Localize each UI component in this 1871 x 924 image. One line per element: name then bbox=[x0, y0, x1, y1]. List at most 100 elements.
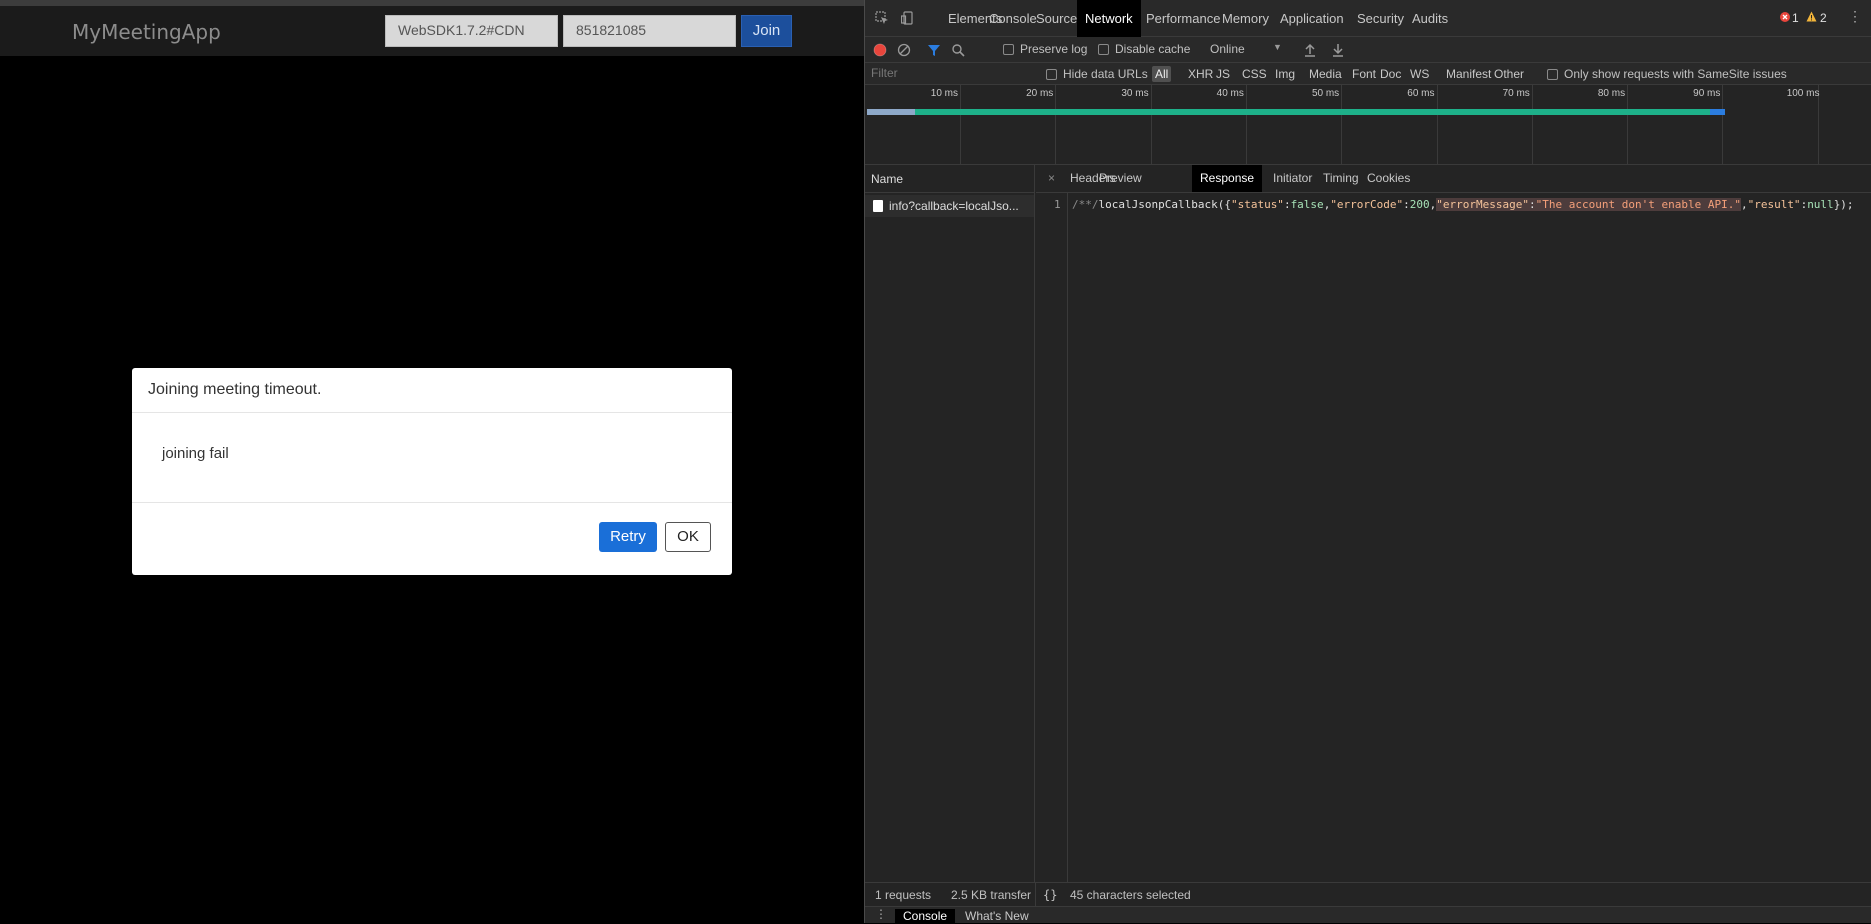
status-bar: 1 requests 2.5 KB transfer {} 45 charact… bbox=[865, 882, 1871, 907]
timeline-tick-label: 100 ms bbox=[1786, 88, 1820, 99]
code-callback: localJsonpCallback({ bbox=[1098, 198, 1231, 211]
preserve-log-label: Preserve log bbox=[1020, 42, 1088, 56]
line-gutter: 1 bbox=[1036, 193, 1068, 882]
filter-type-other[interactable]: Other bbox=[1491, 66, 1527, 82]
error-dialog: Joining meeting timeout. joining fail Re… bbox=[132, 368, 732, 575]
selection-status: 45 characters selected bbox=[1070, 888, 1191, 902]
code-key-errorcode: "errorCode" bbox=[1330, 198, 1404, 211]
timeline-gridline bbox=[1436, 85, 1438, 165]
detail-tab-response[interactable]: Response bbox=[1192, 165, 1263, 192]
filter-type-doc[interactable]: Doc bbox=[1377, 66, 1404, 82]
timeline-tick-label: 10 ms bbox=[930, 88, 958, 99]
timeline-gridline bbox=[1722, 85, 1724, 165]
filter-type-css[interactable]: CSS bbox=[1239, 66, 1270, 82]
timeline-tick-label: 70 ms bbox=[1502, 88, 1530, 99]
devtools-panel: Elements Console Sources Network Performance… bbox=[864, 0, 1871, 924]
code-value-errormessage: "The account don't enable API." bbox=[1535, 198, 1741, 211]
timeline-gridline bbox=[960, 85, 961, 165]
filter-type-font[interactable]: Font bbox=[1349, 66, 1379, 82]
timeline-gridline bbox=[1341, 85, 1343, 165]
retry-button[interactable]: Retry bbox=[599, 522, 657, 552]
device-toolbar-icon[interactable] bbox=[901, 11, 915, 25]
network-overview-timeline[interactable]: 10 ms 20 ms 30 ms 40 ms 50 ms 60 ms 70 ms 80 ms… bbox=[865, 85, 1871, 165]
error-count[interactable]: 1 bbox=[1792, 11, 1799, 25]
close-icon[interactable]: × bbox=[1040, 165, 1063, 192]
import-har-icon[interactable] bbox=[1303, 43, 1317, 57]
detail-tab-bar: × Headers Preview Response Initiator Timing C… bbox=[1036, 165, 1871, 193]
timeline-gridline bbox=[1055, 85, 1057, 165]
code-key-result: "result" bbox=[1747, 198, 1801, 211]
hide-data-urls-checkbox[interactable] bbox=[1046, 69, 1057, 80]
code-value-errorcode: 200 bbox=[1409, 198, 1430, 211]
tab-application[interactable]: Application bbox=[1272, 0, 1352, 37]
filter-type-manifest[interactable]: Manifest bbox=[1443, 66, 1494, 82]
drawer-tab-console[interactable]: Console bbox=[895, 909, 956, 924]
samesite-label: Only show requests with SameSite issues bbox=[1564, 67, 1787, 81]
filter-type-img[interactable]: Img bbox=[1272, 66, 1298, 82]
waterfall-bar bbox=[867, 109, 1725, 115]
waterfall-queue-segment bbox=[867, 109, 915, 115]
name-column-header[interactable]: Name bbox=[865, 165, 1034, 193]
detail-tab-cookies[interactable]: Cookies bbox=[1359, 165, 1418, 192]
disable-cache-label: Disable cache bbox=[1115, 42, 1191, 56]
brand-title[interactable]: MyMeetingApp bbox=[72, 20, 221, 44]
filter-type-xhr[interactable]: XHR bbox=[1185, 66, 1216, 82]
filter-input[interactable]: Filter bbox=[871, 66, 1031, 82]
clear-icon[interactable] bbox=[897, 43, 911, 57]
kebab-menu-icon[interactable]: ⋮ bbox=[1848, 8, 1862, 25]
filter-type-ws[interactable]: WS bbox=[1407, 66, 1432, 82]
error-icon[interactable] bbox=[1780, 12, 1790, 22]
drawer-tab-what-s-new[interactable]: What's New bbox=[957, 909, 1037, 924]
network-toolbar: Preserve log Disable cache Online ▼ bbox=[865, 37, 1871, 63]
code-key-errormessage: "errorMessage" bbox=[1436, 198, 1530, 211]
ok-button[interactable]: OK bbox=[665, 522, 711, 552]
filter-bar: Filter Hide data URLs All XHR JS CSS Img Medi… bbox=[865, 63, 1871, 85]
search-icon[interactable] bbox=[951, 43, 965, 57]
dialog-message: joining fail bbox=[132, 413, 732, 503]
join-button[interactable]: Join bbox=[741, 15, 792, 47]
tab-network[interactable]: Network bbox=[1077, 0, 1141, 37]
transferred-size: 2.5 KB transfer bbox=[951, 888, 1032, 902]
response-body[interactable]: /**/localJsonpCallback({"status":false,"… bbox=[1072, 198, 1854, 211]
warning-icon[interactable] bbox=[1806, 11, 1817, 22]
pretty-print-icon[interactable]: {} bbox=[1043, 888, 1057, 902]
tab-security[interactable]: Security bbox=[1349, 0, 1412, 37]
dialog-title: Joining meeting timeout. bbox=[132, 368, 732, 413]
record-icon[interactable] bbox=[873, 43, 887, 57]
timeline-tick-label: 30 ms bbox=[1121, 88, 1149, 99]
timeline-gridline bbox=[1245, 85, 1247, 165]
drawer-menu-icon[interactable]: ⋮ bbox=[875, 907, 887, 921]
meeting-id-input[interactable]: 851821085 bbox=[563, 15, 736, 47]
chevron-down-icon[interactable]: ▼ bbox=[1273, 42, 1282, 52]
filter-icon[interactable] bbox=[927, 43, 941, 57]
filter-type-js[interactable]: JS bbox=[1213, 66, 1233, 82]
request-name: info?callback=localJso... bbox=[889, 199, 1019, 213]
code-tail: }); bbox=[1833, 198, 1854, 211]
tab-audits[interactable]: Audits bbox=[1404, 0, 1456, 37]
drawer-tab-bar: ⋮ Console What's New bbox=[865, 906, 1871, 924]
throttling-select[interactable]: Online bbox=[1210, 42, 1245, 56]
samesite-checkbox[interactable] bbox=[1547, 69, 1558, 80]
inspect-element-icon[interactable] bbox=[875, 11, 889, 25]
dialog-footer: Retry OK bbox=[132, 503, 732, 575]
timeline-gridline bbox=[1150, 85, 1152, 165]
warning-count[interactable]: 2 bbox=[1820, 11, 1827, 25]
disable-cache-checkbox[interactable] bbox=[1098, 44, 1109, 55]
filter-type-all[interactable]: All bbox=[1152, 66, 1172, 82]
tab-memory[interactable]: Memory bbox=[1214, 0, 1277, 37]
request-list: Name info?callback=localJso... bbox=[865, 165, 1035, 882]
request-row[interactable]: info?callback=localJso... bbox=[865, 195, 1034, 217]
timeline-tick-label: 40 ms bbox=[1216, 88, 1244, 99]
meeting-app: MyMeetingApp WebSDK1.7.2#CDN 851821085 J… bbox=[0, 0, 864, 923]
detail-tab-initiator[interactable]: Initiator bbox=[1265, 165, 1320, 192]
navbar: MyMeetingApp WebSDK1.7.2#CDN 851821085 J… bbox=[0, 6, 864, 56]
timeline-tick-label: 90 ms bbox=[1693, 88, 1721, 99]
document-icon bbox=[873, 200, 883, 212]
code-key-status: "status" bbox=[1230, 198, 1284, 211]
sdk-version-input[interactable]: WebSDK1.7.2#CDN bbox=[385, 15, 558, 47]
export-har-icon[interactable] bbox=[1331, 43, 1345, 57]
filter-type-media[interactable]: Media bbox=[1306, 66, 1345, 82]
detail-tab-preview[interactable]: Preview bbox=[1091, 165, 1150, 192]
preserve-log-checkbox[interactable] bbox=[1003, 44, 1014, 55]
timeline-tick-label: 60 ms bbox=[1407, 88, 1435, 99]
